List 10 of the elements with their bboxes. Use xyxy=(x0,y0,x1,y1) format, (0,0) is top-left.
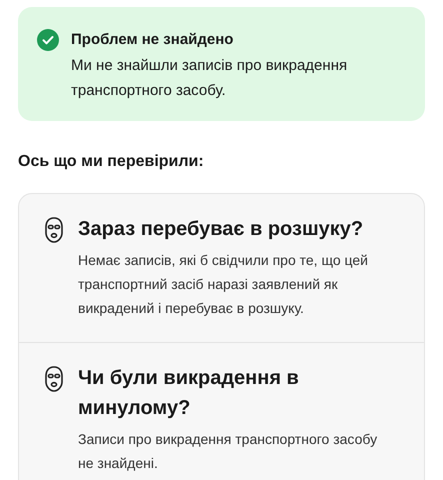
check-title: Чи були викрадення в минулому? xyxy=(78,366,300,421)
mask-icon xyxy=(44,217,64,243)
check-description: Записи про викрадення транспортного засобу не знайдені. xyxy=(78,430,378,473)
alert-message: Ми не знайшли записів про викрадення транспортного засобу. xyxy=(71,56,348,101)
check-circle-icon xyxy=(37,29,59,51)
alert-title: Проблем не знайдено xyxy=(71,30,234,50)
section-heading: Ось що ми перевірили: xyxy=(18,152,205,172)
mask-icon xyxy=(44,366,64,392)
check-title: Зараз перебуває в розшуку? xyxy=(78,217,364,242)
check-description: Немає записів, які б свідчили про те, що цей транспортний засіб наразі заявлений як викрадений і перебуває в розшуку. xyxy=(78,251,369,318)
